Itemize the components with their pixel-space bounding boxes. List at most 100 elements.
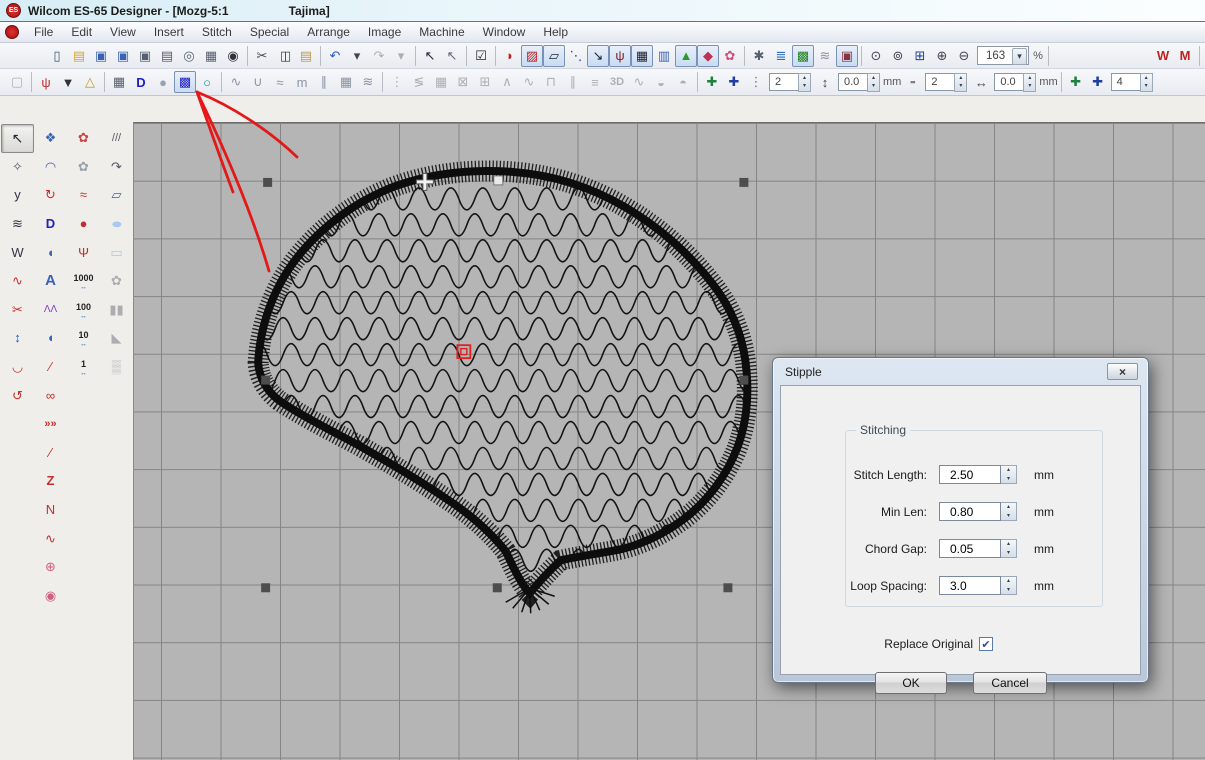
show-bitmap-icon[interactable]: ✿	[719, 45, 741, 67]
satin-stitch-icon[interactable]: ∿	[225, 71, 247, 93]
loop-arrows-tool[interactable]: ↺	[1, 381, 34, 410]
toolbox-tool[interactable]	[1, 496, 34, 525]
circle-star-tool[interactable]: ⊕	[34, 553, 67, 582]
toolbox-tool[interactable]	[67, 524, 100, 553]
needle-red-icon[interactable]: ψ	[35, 71, 57, 93]
wave-stitch-icon[interactable]: ≋	[357, 71, 379, 93]
node-edit-tool[interactable]: y	[1, 181, 34, 210]
row-dots-icon[interactable]: ▪▪	[901, 71, 923, 93]
field-spinner[interactable]: ▴ ▾	[1001, 539, 1017, 558]
toolbox-tool[interactable]	[67, 496, 100, 525]
save-to-machine-icon[interactable]: ▣	[112, 45, 134, 67]
lettering-tool[interactable]: A	[34, 267, 67, 296]
field-input[interactable]: 2.50	[939, 465, 1001, 484]
field-input[interactable]: 0.80	[939, 502, 1001, 521]
dots-handle-icon[interactable]: ⋮	[745, 71, 767, 93]
zoom-in-icon[interactable]: ⊕	[931, 45, 953, 67]
zoom-out-icon[interactable]: ⊖	[953, 45, 975, 67]
copy-icon[interactable]: ▯▯	[273, 45, 295, 67]
shell-tool[interactable]: ◖	[34, 238, 67, 267]
texture-disabled-tool[interactable]: ◣	[100, 324, 133, 353]
ellipse-tool[interactable]: ●	[100, 210, 133, 239]
button1-icon[interactable]: ◒	[650, 71, 672, 93]
width-arrow-icon[interactable]: ↔	[970, 71, 992, 93]
select-tool[interactable]: ↖	[1, 124, 34, 153]
color-dots-icon[interactable]: ▩	[792, 45, 814, 67]
stitch-count-spin[interactable]: 2	[769, 73, 799, 91]
squiggle-tool[interactable]: ∿	[34, 524, 67, 553]
radial-fill-tool[interactable]: ◉	[34, 582, 67, 611]
zoom-1-tool[interactable]: 1 ↔	[67, 353, 100, 382]
hatch-fill-icon[interactable]: ▨	[521, 45, 543, 67]
print-icon[interactable]: ▤	[156, 45, 178, 67]
measure-tool[interactable]: ↕	[1, 324, 34, 353]
fur-stitch-icon[interactable]: ∿	[628, 71, 650, 93]
toolbox-tool[interactable]	[1, 524, 34, 553]
field-spinner[interactable]: ▴ ▾	[1001, 502, 1017, 521]
figures-disabled-tool[interactable]: ▮▮	[100, 296, 133, 325]
toolbox-tool[interactable]	[100, 524, 133, 553]
hatch-lines-tool[interactable]: ///	[100, 124, 133, 153]
show-graphics-icon[interactable]: ▲	[675, 45, 697, 67]
zigzag-bolt-tool[interactable]: Z	[34, 467, 67, 496]
menu-edit[interactable]: Edit	[62, 22, 101, 42]
replace-original-checkbox[interactable]: ✔	[979, 637, 993, 651]
count-spin[interactable]: 4	[1111, 73, 1141, 91]
wave-fill-icon[interactable]: ∿	[518, 71, 540, 93]
spin-down-icon[interactable]: ▾	[1001, 512, 1016, 521]
figures-tool[interactable]: ΛΛ	[34, 296, 67, 325]
toolbox-tool[interactable]	[100, 582, 133, 611]
menu-view[interactable]: View	[101, 22, 145, 42]
line-nodes-tool[interactable]: ∕	[34, 353, 67, 382]
outline-shape-icon[interactable]: ▱	[543, 45, 565, 67]
triangle-node-icon[interactable]: △	[79, 71, 101, 93]
dialog-titlebar[interactable]: Stipple ×	[773, 358, 1148, 385]
zoom-1to1-icon[interactable]: ⊙	[865, 45, 887, 67]
flower-disabled-tool[interactable]: ✿	[100, 267, 133, 296]
pointer-tool-icon[interactable]: ↖	[419, 45, 441, 67]
dotted-curve-icon[interactable]: ⋱	[565, 45, 587, 67]
menu-stitch[interactable]: Stitch	[193, 22, 241, 42]
menu-special[interactable]: Special	[241, 22, 298, 42]
button2-icon[interactable]: ◓	[672, 71, 694, 93]
rows-fill-icon[interactable]: ≡	[584, 71, 606, 93]
run-stitch-tool[interactable]: ∿	[1, 267, 34, 296]
undo-dropdown-icon[interactable]: ▾	[346, 45, 368, 67]
pattern-disabled-tool[interactable]: ▒	[100, 353, 133, 382]
dome-shape-tool[interactable]: ◠	[34, 153, 67, 182]
needle-point-icon[interactable]: ψ	[609, 45, 631, 67]
spin-up-icon[interactable]: ▴	[1001, 540, 1016, 549]
circle-fill-icon[interactable]: ●	[152, 71, 174, 93]
reshape-tool[interactable]: ❖	[34, 124, 67, 153]
trim-tool[interactable]: ✂	[1, 296, 34, 325]
stipple-icon[interactable]: ▩	[174, 71, 196, 93]
toolbox-tool[interactable]	[1, 553, 34, 582]
menu-image[interactable]: Image	[359, 22, 410, 42]
polygon-select-tool[interactable]: ✧	[1, 153, 34, 182]
machine-connect-icon[interactable]: ◉	[222, 45, 244, 67]
align-grid-blue-icon[interactable]: ✚	[723, 71, 745, 93]
toolbox-tool[interactable]	[1, 410, 34, 439]
contour-fill-icon[interactable]: ⊓	[540, 71, 562, 93]
zoom-1000-tool[interactable]: 1000 ↔	[67, 267, 100, 296]
hoop-frame-icon[interactable]: ▥	[653, 45, 675, 67]
fork-needle-tool[interactable]: Ψ	[67, 238, 100, 267]
parallel-stitch-icon[interactable]: ∥	[313, 71, 335, 93]
corner-shape-tool[interactable]: ▱	[100, 181, 133, 210]
hoop-icon[interactable]: ▢	[6, 71, 28, 93]
spin-down-icon[interactable]: ▾	[1001, 475, 1016, 484]
cancel-button[interactable]: Cancel	[973, 672, 1047, 694]
import-machine-file-icon[interactable]: M	[1174, 45, 1196, 67]
open-folder-icon[interactable]: ▤	[68, 45, 90, 67]
toolbox-tool[interactable]	[100, 467, 133, 496]
overview-window-icon[interactable]: ▣	[836, 45, 858, 67]
menu-machine[interactable]: Machine	[410, 22, 473, 42]
rectangle-tool[interactable]: ▭	[100, 238, 133, 267]
loop-stitch-icon[interactable]: ∪	[247, 71, 269, 93]
toolbox-tool[interactable]	[100, 410, 133, 439]
dot-fill-icon[interactable]: ⋮	[386, 71, 408, 93]
field-input[interactable]: 3.0	[939, 576, 1001, 595]
stitch-angle-icon[interactable]: ↘	[587, 45, 609, 67]
vee-fill-icon[interactable]: ∧	[496, 71, 518, 93]
toolbox-tool[interactable]	[67, 582, 100, 611]
